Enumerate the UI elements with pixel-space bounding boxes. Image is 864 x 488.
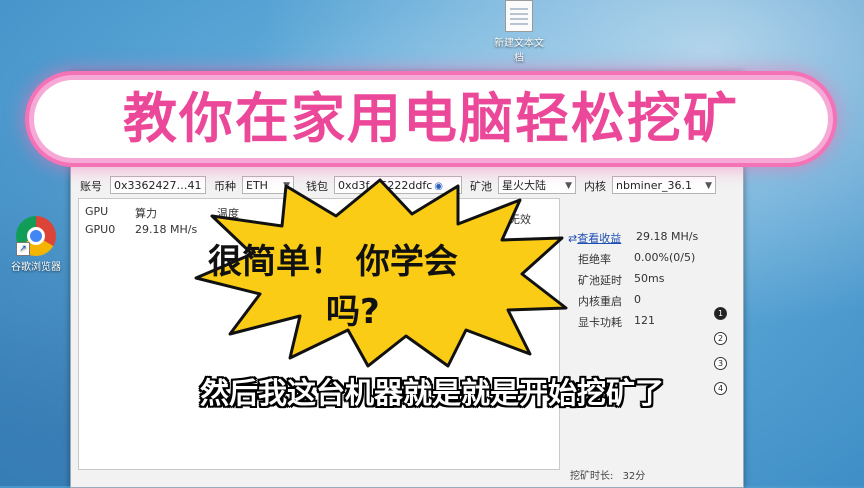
kernel-label: 内核 [584, 180, 606, 193]
mining-time: 挖矿时长: 32分 [570, 467, 645, 482]
account-label: 账号 [80, 180, 102, 193]
banner-title: 教你在家用电脑轻松挖矿 [123, 87, 739, 150]
shortcut-arrow-icon: ↗ [16, 242, 30, 256]
view-earnings-label: 查看收益 [577, 232, 622, 245]
reject-rate-label: 拒绝率 [578, 253, 611, 266]
desktop-icon-chrome[interactable]: ↗ 谷歌浏览器 [4, 216, 68, 273]
mining-time-value: 32分 [622, 471, 646, 482]
account-value: 0x3362427…41 [114, 179, 202, 192]
reject-rate-value: 0.00%(0/5) [634, 251, 696, 264]
gpu-power-value: 121 [634, 314, 655, 327]
kernel-select[interactable]: nbminer_36.1 ▼ [612, 176, 716, 194]
video-subtitle: 然后我这台机器就是就是开始挖矿了 [199, 376, 664, 410]
mining-time-label: 挖矿时长: [570, 471, 614, 482]
chevron-down-icon: ▼ [705, 181, 712, 191]
kernel-restart-label: 内核重启 [578, 295, 622, 308]
desktop-icon-label: 档 [514, 53, 524, 64]
hashrate-header: 算力 [135, 207, 157, 220]
kernel-value: nbminer_36.1 [616, 179, 692, 192]
text-file-icon [505, 0, 533, 32]
desktop-icon-label: 谷歌浏览器 [11, 262, 61, 273]
pool-latency-value: 50ms [634, 272, 665, 285]
kernel-restart-value: 0 [634, 293, 641, 306]
step-1-icon[interactable]: 1 [714, 307, 727, 320]
gpu-header: GPU [85, 205, 109, 218]
hashrate-value: 29.18 MH/s [636, 230, 699, 243]
burst-text-line1: 很简单！ 你学会 [208, 242, 458, 282]
gpu-id-cell: GPU0 [85, 223, 116, 236]
chrome-icon: ↗ [16, 216, 56, 256]
step-2-icon[interactable]: 2 [714, 332, 727, 345]
view-earnings-link[interactable]: ⇄查看收益 [568, 230, 621, 246]
burst-text-line2: 吗? [326, 292, 380, 332]
desktop-icon-label: 新建文本文 [494, 38, 544, 49]
gpu-power-label: 显卡功耗 [578, 316, 622, 329]
desktop-icon-text-file[interactable]: 新建文本文 档 [484, 0, 554, 64]
gpu-hashrate-cell: 29.18 MH/s [135, 223, 198, 236]
pool-latency-label: 矿池延时 [578, 274, 622, 287]
title-banner: 教你在家用电脑轻松挖矿 [34, 80, 828, 158]
step-3-icon[interactable]: 3 [714, 357, 727, 370]
